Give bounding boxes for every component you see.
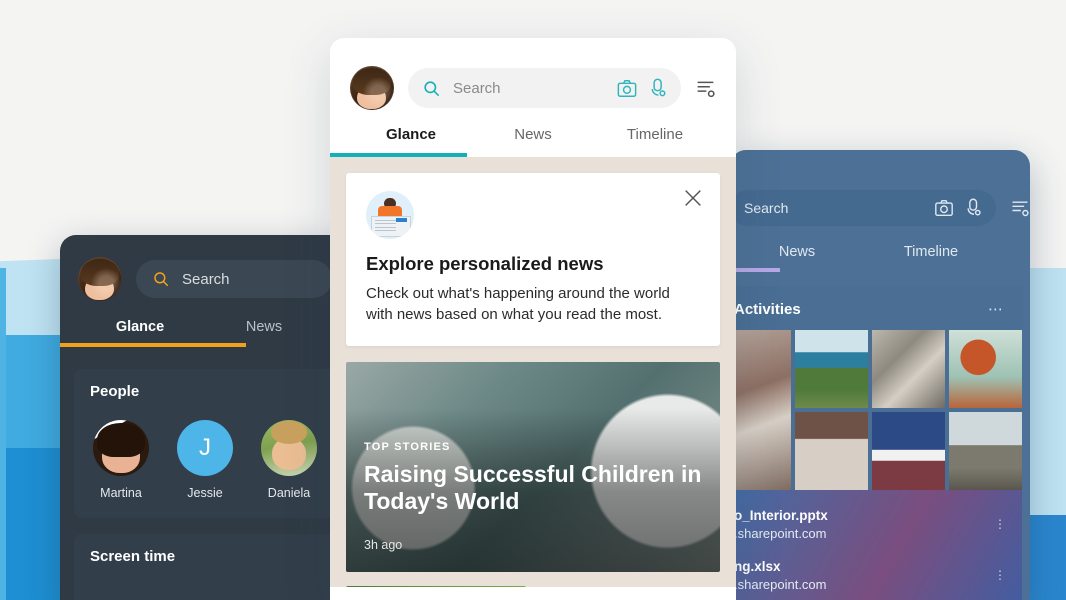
photo-thumbnail[interactable] xyxy=(795,330,868,408)
file-source: .sharepoint.com xyxy=(734,577,827,592)
center-phone-header: Search Glance News Timeline xyxy=(330,38,736,157)
search-input[interactable]: Search xyxy=(408,68,681,108)
more-options-icon[interactable]: ⋮ xyxy=(994,559,1006,581)
center-phone-feed: Explore personalized news Check out what… xyxy=(330,157,736,587)
list-settings-icon[interactable] xyxy=(1010,198,1030,218)
files-list: o_Interior.pptx .sharepoint.com ⋮ ng.xls… xyxy=(730,490,1022,600)
activities-panel: Activities ⋯ o_Interior.pptx .sharepoint… xyxy=(730,286,1022,600)
photo-thumbnail[interactable] xyxy=(949,412,1022,490)
promo-body: Check out what's happening around the wo… xyxy=(366,285,670,324)
promo-title: Explore personalized news xyxy=(366,253,604,274)
avatar[interactable] xyxy=(78,257,122,301)
left-phone-dark-theme: Search Glance News People Martina J Jess… xyxy=(60,235,350,600)
story-headline: Raising Successful Children in Today's W… xyxy=(364,461,702,515)
person-name: Daniela xyxy=(267,486,311,500)
center-phone-light-theme: Search Glance News Timeline Explore pers… xyxy=(330,38,736,600)
story-timestamp: 3h ago xyxy=(364,537,403,552)
activities-photo-grid xyxy=(730,330,1022,490)
list-item[interactable]: Daniela xyxy=(258,420,320,500)
photo-thumbnail[interactable] xyxy=(795,412,868,490)
right-phone-header: Search News Timeline xyxy=(730,150,1030,272)
search-input[interactable]: Search xyxy=(136,260,332,298)
file-name: ng.xlsx xyxy=(734,559,781,574)
file-name: o_Interior.pptx xyxy=(734,508,828,523)
search-placeholder: Search xyxy=(182,270,230,288)
promo-card: Explore personalized news Check out what… xyxy=(346,173,720,346)
list-item[interactable]: o_Interior.pptx .sharepoint.com ⋮ xyxy=(734,500,1006,551)
list-item[interactable]: ng.xlsx .sharepoint.com ⋮ xyxy=(734,551,1006,600)
right-phone-blue-theme: Search News Timeline Activities ⋯ o_Inte… xyxy=(730,150,1030,600)
active-tab-underline xyxy=(60,343,246,347)
more-options-icon[interactable]: ⋯ xyxy=(988,300,1006,318)
people-card-title: People xyxy=(90,383,140,400)
active-tab-underline xyxy=(730,268,780,272)
person-avatar xyxy=(93,420,149,476)
photo-thumbnail[interactable] xyxy=(872,412,945,490)
search-icon xyxy=(422,79,441,98)
person-avatar: J xyxy=(177,420,233,476)
activities-title: Activities xyxy=(734,300,801,318)
activities-header: Activities ⋯ xyxy=(730,286,1022,330)
story-kicker: TOP STORIES xyxy=(364,441,451,454)
left-phone-body: People Martina J Jessie Daniela Screen t… xyxy=(60,369,350,600)
tab-timeline[interactable]: Timeline xyxy=(864,244,998,272)
microphone-icon[interactable] xyxy=(966,198,982,218)
people-card: People Martina J Jessie Daniela xyxy=(74,369,350,518)
search-input[interactable]: Search xyxy=(730,190,996,226)
bg-shape-left-edge xyxy=(0,268,6,600)
screen-time-card-title: Screen time xyxy=(90,548,176,565)
photo-thumbnail[interactable] xyxy=(949,330,1022,408)
person-name: Martina xyxy=(100,486,142,500)
left-phone-header: Search Glance News xyxy=(60,235,350,347)
avatar[interactable] xyxy=(350,66,394,110)
person-avatar xyxy=(261,420,317,476)
close-icon[interactable] xyxy=(682,187,704,209)
people-list: Martina J Jessie Daniela xyxy=(90,420,350,500)
top-story-card[interactable]: TOP STORIES Raising Successful Children … xyxy=(346,361,720,572)
file-source: .sharepoint.com xyxy=(734,526,827,541)
search-placeholder: Search xyxy=(744,200,789,216)
photo-thumbnail[interactable] xyxy=(872,330,945,408)
screen-time-card: Screen time xyxy=(74,534,336,600)
news-reader-illustration xyxy=(366,191,414,239)
more-options-icon[interactable]: ⋮ xyxy=(994,508,1006,530)
list-item[interactable]: J Jessie xyxy=(174,420,236,500)
next-story-card[interactable] xyxy=(346,585,526,587)
camera-icon[interactable] xyxy=(616,79,638,98)
person-initial: J xyxy=(199,434,211,461)
screenshot-stage: Search Glance News People Martina J Jess… xyxy=(0,0,1066,600)
tab-timeline[interactable]: Timeline xyxy=(594,126,716,157)
right-phone-tabs: News Timeline xyxy=(730,244,1030,272)
list-settings-icon[interactable] xyxy=(695,78,716,99)
camera-icon[interactable] xyxy=(934,199,954,217)
list-item[interactable]: Martina xyxy=(90,420,152,500)
center-phone-tabs: Glance News Timeline xyxy=(330,126,716,157)
photo-thumbnail[interactable] xyxy=(730,330,791,490)
search-placeholder: Search xyxy=(453,79,501,97)
tab-news[interactable]: News xyxy=(472,126,594,157)
person-name: Jessie xyxy=(187,486,223,500)
search-icon xyxy=(152,270,170,288)
microphone-icon[interactable] xyxy=(650,78,667,99)
left-phone-tabs: Glance News xyxy=(60,319,332,347)
